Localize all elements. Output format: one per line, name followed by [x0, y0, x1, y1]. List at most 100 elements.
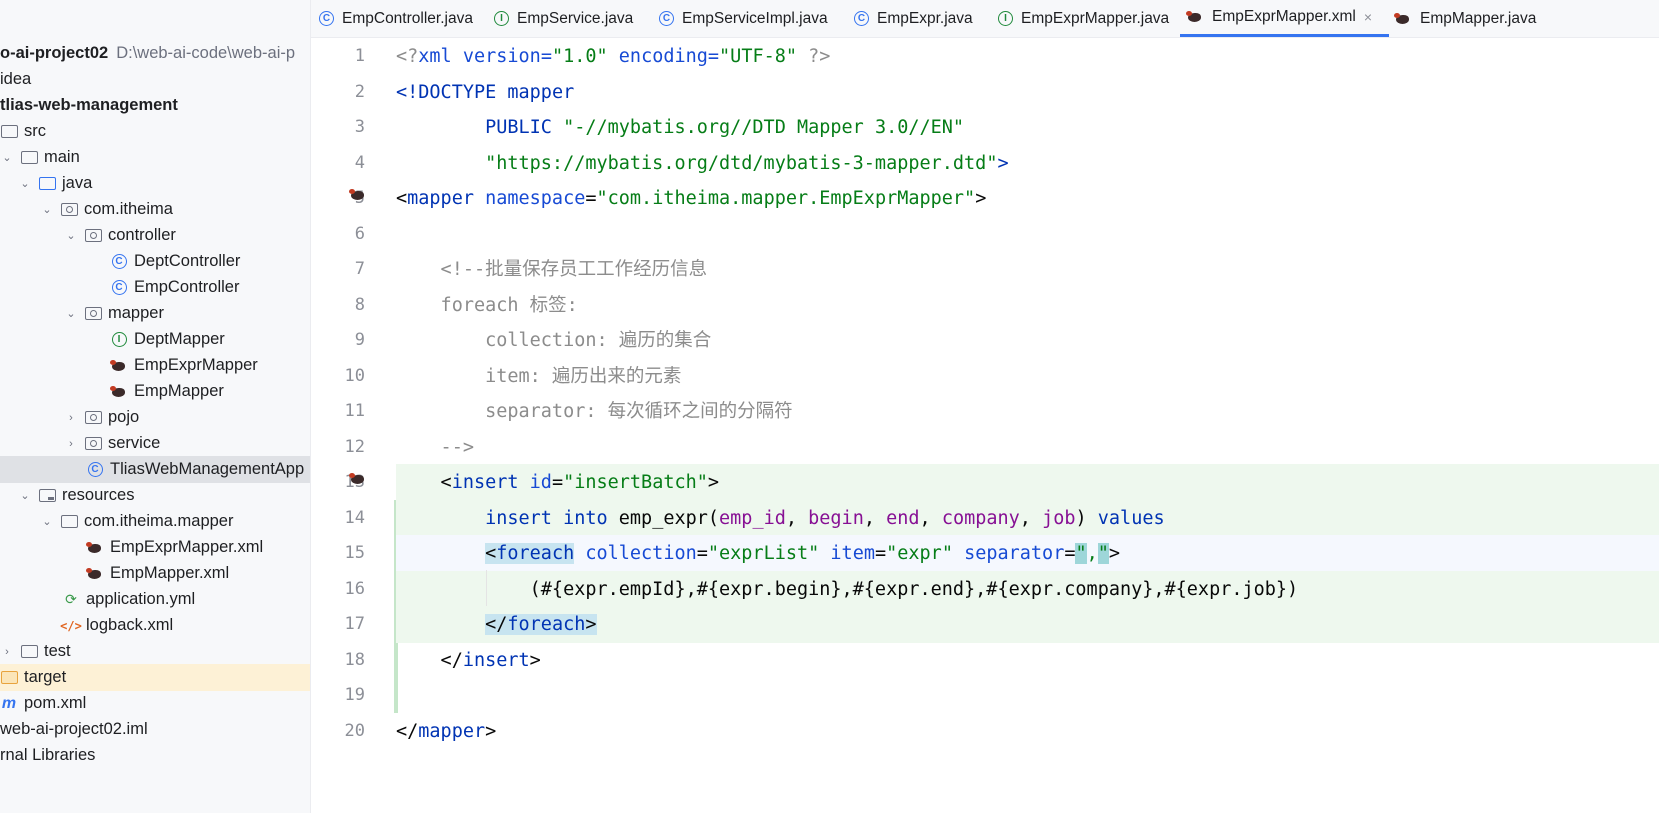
code-line-13: <insert id="insertBatch"> [396, 464, 1659, 501]
tree-item-empmapper[interactable]: EmpMapper [0, 378, 310, 405]
chevron-down-icon[interactable]: ⌄ [40, 515, 54, 528]
chevron-down-icon[interactable]: ⌄ [18, 177, 32, 190]
tab-empexprmapper-java[interactable]: I EmpExprMapper.java [998, 0, 1169, 37]
line-number: 2 [354, 81, 365, 102]
spring-boot-class-icon: C [86, 461, 104, 479]
tree-item-label: EmpMapper.xml [110, 564, 230, 582]
interface-icon: I [110, 331, 128, 349]
tab-empexprmapper-xml[interactable]: EmpExprMapper.xml × [1180, 0, 1389, 37]
tree-item-empcontroller[interactable]: C EmpController [0, 274, 310, 301]
chevron-right-icon[interactable]: › [64, 412, 78, 424]
line-number: 10 [344, 365, 365, 386]
tree-item-label: java [62, 174, 93, 192]
tab-label: EmpExprMapper.java [1021, 9, 1170, 27]
folder-icon [20, 643, 38, 661]
chevron-down-icon[interactable]: ⌄ [0, 151, 14, 164]
tab-label: EmpController.java [342, 9, 473, 27]
mybatis-icon [110, 383, 128, 401]
tab-empexpr-java[interactable]: C EmpExpr.java [854, 0, 973, 37]
code-line-12: --> [396, 436, 474, 458]
folder-icon [60, 513, 78, 531]
code-editor[interactable]: 1 2 3 4 5 6 7 8 9 10 11 12 13 14 15 16 1… [311, 38, 1659, 813]
chevron-right-icon[interactable]: › [0, 646, 14, 658]
line-number: 4 [354, 152, 365, 173]
tree-item-resources[interactable]: ⌄ resources [0, 482, 310, 509]
tree-item-label: tlias-web-management [0, 96, 178, 114]
tree-item-empexprmapper[interactable]: EmpExprMapper [0, 352, 310, 379]
tree-item-logback-xml[interactable]: </> logback.xml [0, 612, 310, 639]
tree-item-iml[interactable]: web-ai-project02.iml [0, 716, 310, 743]
tree-item-service[interactable]: › service [0, 430, 310, 457]
class-icon: C [319, 11, 334, 26]
tree-item-mapper[interactable]: ⌄ mapper [0, 300, 310, 327]
tree-item-com-itheima-mapper[interactable]: ⌄ com.itheima.mapper [0, 508, 310, 535]
tree-item-label: web-ai-project02.iml [0, 720, 148, 738]
tree-item-test[interactable]: › test [0, 638, 310, 665]
code-line-14: insert into emp_expr(emp_id, begin, end,… [396, 499, 1659, 537]
mybatis-icon [1186, 10, 1204, 24]
tree-item-tliaswebmanagementapp[interactable]: C TliasWebManagementApp [0, 456, 310, 483]
code-line-5: <mapper namespace="com.itheima.mapper.Em… [396, 188, 987, 209]
tree-item-main[interactable]: ⌄ main [0, 144, 310, 171]
tree-item-tlias-web-management[interactable]: tlias-web-management [0, 92, 310, 119]
tree-item-project-root[interactable]: o-ai-project02 D:\web-ai-code\web-ai-p [0, 40, 310, 67]
mybatis-gutter-icon[interactable] [349, 188, 371, 206]
tree-item-deptcontroller[interactable]: C DeptController [0, 248, 310, 275]
chevron-down-icon[interactable]: ⌄ [64, 307, 78, 320]
tree-item-label: TliasWebManagementApp [110, 460, 305, 478]
tree-item-label: application.yml [86, 590, 196, 608]
tree-item-application-yml[interactable]: ⟳ application.yml [0, 586, 310, 613]
tree-item-label: idea [0, 70, 32, 88]
mybatis-icon [110, 357, 128, 375]
tab-label: EmpService.java [517, 9, 634, 27]
indent-guide [486, 570, 487, 606]
code-line-8: foreach 标签: [396, 294, 578, 316]
package-icon [84, 227, 102, 245]
editor-tab-bar: C EmpController.java I EmpService.java C… [311, 0, 1659, 38]
tree-item-empmapper-xml[interactable]: EmpMapper.xml [0, 560, 310, 587]
tree-item-idea[interactable]: idea [0, 66, 310, 93]
tree-item-controller[interactable]: ⌄ controller [0, 222, 310, 249]
class-icon: C [659, 11, 674, 26]
mybatis-gutter-icon[interactable] [349, 472, 371, 490]
tab-label: EmpServiceImpl.java [682, 9, 828, 27]
line-number: 1 [354, 46, 365, 66]
tree-item-pom-xml[interactable]: m pom.xml [0, 690, 310, 717]
class-icon: C [110, 279, 128, 297]
editor-gutter: 1 2 3 4 5 6 7 8 9 10 11 12 13 14 15 16 1… [311, 38, 395, 813]
tab-empserviceimpl-java[interactable]: C EmpServiceImpl.java [659, 0, 828, 37]
tab-label: EmpMapper.java [1420, 9, 1537, 27]
tree-item-com-itheima[interactable]: ⌄ com.itheima [0, 196, 310, 223]
chevron-down-icon[interactable]: ⌄ [40, 203, 54, 216]
tree-item-label: controller [108, 226, 176, 244]
tree-item-label: rnal Libraries [0, 746, 96, 764]
tree-item-label: com.itheima [84, 200, 173, 218]
tree-item-pojo[interactable]: › pojo [0, 404, 310, 431]
tree-item-external-libraries[interactable]: rnal Libraries [0, 742, 310, 769]
code-line-17: </foreach> [396, 606, 1659, 643]
line-number: 11 [344, 401, 365, 421]
tab-empservice-java[interactable]: I EmpService.java [494, 0, 633, 37]
tab-label: EmpExprMapper.xml [1212, 8, 1356, 25]
code-line-20: </mapper> [396, 720, 497, 742]
line-number: 15 [344, 543, 365, 563]
tab-empcontroller-java[interactable]: C EmpController.java [319, 0, 473, 37]
code-line-9: collection: 遍历的集合 [396, 330, 712, 351]
chevron-down-icon[interactable]: ⌄ [64, 229, 78, 242]
tab-empmapper-java[interactable]: EmpMapper.java [1394, 0, 1536, 37]
tree-item-java[interactable]: ⌄ java [0, 170, 310, 197]
line-number: 9 [354, 330, 365, 350]
mybatis-icon [86, 565, 104, 583]
tree-item-label: pom.xml [24, 694, 87, 712]
tree-item-target[interactable]: target [0, 664, 310, 691]
chevron-right-icon[interactable]: › [64, 438, 78, 450]
tree-item-empexprmapper-xml[interactable]: EmpExprMapper.xml [0, 534, 310, 561]
close-icon[interactable]: × [1364, 9, 1372, 25]
tree-item-src[interactable]: src [0, 118, 310, 145]
tree-item-label: EmpExprMapper [134, 356, 258, 374]
tree-item-deptmapper[interactable]: I DeptMapper [0, 326, 310, 353]
tree-item-label: DeptController [134, 252, 241, 270]
code-area[interactable]: <?xml version="1.0" encoding="UTF-8" ?> … [396, 38, 1659, 813]
chevron-down-icon[interactable]: ⌄ [18, 489, 32, 502]
package-icon [84, 435, 102, 453]
